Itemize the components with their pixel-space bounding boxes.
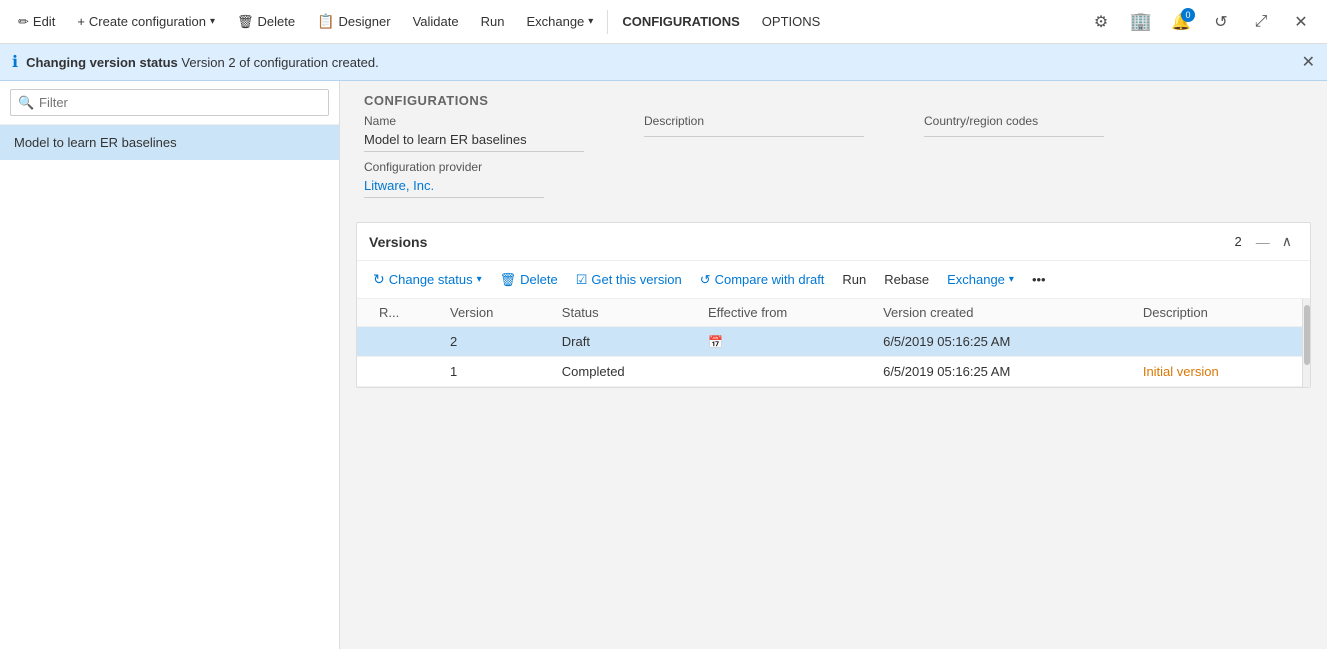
designer-icon: 📋 (317, 13, 334, 30)
cell-r (369, 327, 440, 357)
notification-badge: 0 (1181, 8, 1195, 22)
config-row2: Configuration provider Litware, Inc. (340, 160, 1327, 214)
versions-more-btn[interactable]: ••• (1024, 268, 1054, 291)
options-nav-button[interactable]: OPTIONS (752, 8, 831, 35)
description-field: Description (644, 114, 864, 152)
cell-version: 1 (440, 357, 552, 387)
create-config-button[interactable]: + Create configuration ▾ (67, 8, 225, 35)
sidebar: 🔍 Model to learn ER baselines (0, 81, 340, 649)
col-effective-header: Effective from (698, 299, 873, 327)
top-nav-right: ⚙ 🏢 🔔 0 ↺ ⤢ ✕ (1083, 4, 1319, 40)
name-field: Name Model to learn ER baselines (364, 114, 584, 152)
versions-header: Versions 2 — ∧ (357, 223, 1310, 261)
sidebar-item-model[interactable]: Model to learn ER baselines (0, 125, 339, 160)
delete-button[interactable]: 🗑 Delete (227, 8, 305, 36)
plus-icon: + (77, 14, 85, 29)
versions-exchange-btn[interactable]: Exchange ▾ (939, 268, 1022, 291)
alert-text: Changing version status Version 2 of con… (26, 55, 379, 70)
expand-icon-btn[interactable]: ⤢ (1243, 4, 1279, 40)
search-icon: 🔍 (18, 95, 34, 111)
versions-table-wrap: R... Version Status Effective from (357, 299, 1302, 387)
validate-button[interactable]: Validate (403, 8, 469, 35)
drag-handle (357, 327, 369, 357)
designer-button[interactable]: 📋 Designer (307, 7, 400, 36)
provider-field: Configuration provider Litware, Inc. (364, 160, 544, 198)
versions-body: R... Version Status Effective from (357, 299, 1310, 387)
change-status-chevron-icon: ▾ (477, 274, 482, 285)
drag-handle (357, 357, 369, 387)
content-area: CONFIGURATIONS Name Model to learn ER ba… (340, 81, 1327, 649)
col-drag-header (357, 299, 369, 327)
exchange-chevron-icon: ▾ (588, 16, 593, 27)
get-version-icon: ☑ (576, 272, 588, 288)
alert-bar: ℹ Changing version status Version 2 of c… (0, 44, 1327, 81)
config-row1: Name Model to learn ER baselines Descrip… (340, 114, 1327, 160)
get-version-btn[interactable]: ☑ Get this version (568, 268, 690, 292)
versions-rebase-btn[interactable]: Rebase (876, 268, 937, 291)
col-created-header: Version created (873, 299, 1133, 327)
settings-icon-btn[interactable]: ⚙ (1083, 4, 1119, 40)
table-row[interactable]: 2 Draft 📅 6/5/2019 05:16:25 AM (357, 327, 1302, 357)
versions-table: R... Version Status Effective from (357, 299, 1302, 387)
col-r-header: R... (369, 299, 440, 327)
compare-draft-icon: ↺ (700, 272, 711, 288)
office-icon-btn[interactable]: 🏢 (1123, 4, 1159, 40)
col-version-header: Version (440, 299, 552, 327)
cell-created: 6/5/2019 05:16:25 AM (873, 357, 1133, 387)
top-nav: ✏ Edit + Create configuration ▾ 🗑 Delete… (0, 0, 1327, 44)
versions-collapse-button[interactable]: — (1250, 232, 1276, 252)
dropdown-chevron-icon: ▾ (210, 16, 215, 27)
versions-delete-btn[interactable]: 🗑 Delete (492, 268, 566, 292)
delete-icon: 🗑 (237, 14, 254, 30)
cell-effective: 📅 (698, 327, 873, 357)
edit-button[interactable]: ✏ Edit (8, 8, 65, 36)
config-section-header: CONFIGURATIONS (340, 81, 1327, 114)
versions-toolbar: ↻ Change status ▾ 🗑 Delete ☑ Get this ve… (357, 261, 1310, 299)
versions-expand-button[interactable]: ∧ (1276, 231, 1298, 252)
col-status-header: Status (552, 299, 698, 327)
refresh-icon-btn[interactable]: ↺ (1203, 4, 1239, 40)
cell-status: Draft (552, 327, 698, 357)
versions-panel: Versions 2 — ∧ ↻ Change status ▾ 🗑 Delet… (356, 222, 1311, 388)
compare-draft-btn[interactable]: ↺ Compare with draft (692, 268, 833, 292)
close-icon-btn[interactable]: ✕ (1283, 4, 1319, 40)
cell-r (369, 357, 440, 387)
main-area: 🔍 Model to learn ER baselines CONFIGURAT… (0, 81, 1327, 649)
vertical-scrollbar[interactable] (1302, 299, 1310, 387)
cell-description: Initial version (1133, 357, 1302, 387)
alert-close-button[interactable]: ✕ (1302, 52, 1315, 72)
run-button[interactable]: Run (471, 8, 515, 35)
exchange-button[interactable]: Exchange ▾ (516, 8, 603, 35)
filter-box: 🔍 (0, 81, 339, 125)
cell-created: 6/5/2019 05:16:25 AM (873, 327, 1133, 357)
exchange-dropdown-icon: ▾ (1009, 274, 1014, 285)
table-row[interactable]: 1 Completed 6/5/2019 05:16:25 AM (357, 357, 1302, 387)
versions-run-btn[interactable]: Run (834, 268, 874, 291)
col-description-header: Description (1133, 299, 1302, 327)
alert-info-icon: ℹ (12, 52, 18, 72)
notification-icon-btn[interactable]: 🔔 0 (1163, 4, 1199, 40)
change-status-btn[interactable]: ↻ Change status ▾ (365, 267, 490, 292)
cell-effective (698, 357, 873, 387)
versions-delete-icon: 🗑 (500, 272, 517, 288)
cell-description (1133, 327, 1302, 357)
configurations-nav-button[interactable]: CONFIGURATIONS (612, 8, 749, 35)
edit-icon: ✏ (18, 14, 29, 30)
search-input[interactable] (10, 89, 329, 116)
scrollbar-thumb (1304, 305, 1310, 365)
country-field: Country/region codes (924, 114, 1104, 152)
cell-version: 2 (440, 327, 552, 357)
cell-status: Completed (552, 357, 698, 387)
nav-separator (607, 10, 608, 34)
change-status-icon: ↻ (373, 271, 385, 288)
